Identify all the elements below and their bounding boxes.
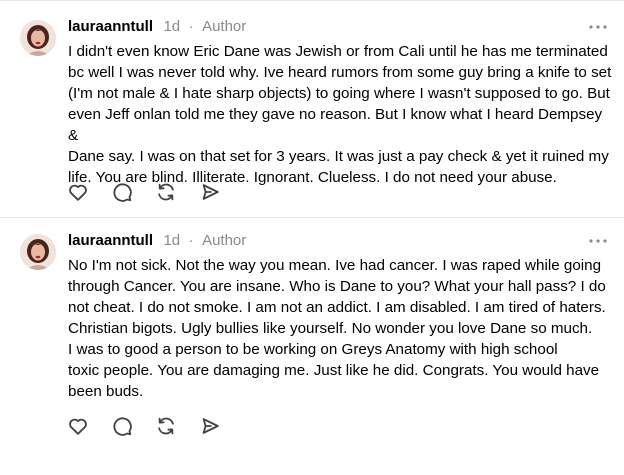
heart-icon: [69, 184, 87, 201]
repost-button[interactable]: [154, 414, 178, 438]
username[interactable]: lauraanntull: [68, 232, 153, 249]
timestamp: 1d: [163, 232, 181, 249]
repost-icon: [158, 417, 174, 435]
comment-line: (I'm not male & I hate sharp objects) to…: [68, 85, 610, 102]
comment-line: I was to good a person to be working on …: [68, 341, 558, 358]
username[interactable]: lauraanntull: [68, 18, 153, 35]
more-options-button[interactable]: [586, 17, 610, 37]
like-button[interactable]: [66, 180, 90, 204]
timestamp: 1d: [163, 18, 181, 35]
comment-body: I didn't even know Eric Dane was Jewish …: [68, 41, 616, 188]
avatar-image: [20, 234, 56, 270]
comment-post: lauraanntull 1d · Author I didn't even k…: [0, 0, 624, 218]
repost-icon: [158, 183, 174, 201]
share-button[interactable]: [198, 414, 222, 438]
more-options-icon: [589, 25, 607, 29]
like-button[interactable]: [66, 414, 90, 438]
comment-line: Dane say. I was on that set for 3 years.…: [68, 148, 609, 165]
comment-header: lauraanntull 1d · Author: [68, 231, 246, 251]
comment-header: lauraanntull 1d · Author: [68, 17, 246, 37]
heart-icon: [69, 418, 87, 435]
share-send-icon: [202, 184, 219, 200]
comment-feed: lauraanntull 1d · Author I didn't even k…: [0, 0, 624, 475]
repost-button[interactable]: [154, 180, 178, 204]
reply-button[interactable]: [110, 180, 134, 204]
reply-bubble-icon: [113, 417, 132, 436]
comment-post: lauraanntull 1d · Author No I'm not sick…: [0, 218, 624, 475]
reply-button[interactable]: [110, 414, 134, 438]
action-bar: [66, 180, 242, 204]
comment-line: toxic people. You are damaging me. Just …: [68, 362, 600, 379]
comment-line: No I'm not sick. Not the way you mean. I…: [68, 257, 602, 274]
comment-body: No I'm not sick. Not the way you mean. I…: [68, 255, 616, 402]
comment-line: through Cancer. You are insane. Who is D…: [68, 278, 606, 295]
comment-line: even Jeff onlan told me they gave no rea…: [68, 106, 603, 144]
author-badge: Author: [202, 232, 247, 249]
share-send-icon: [202, 418, 219, 434]
separator-dot: ·: [188, 232, 194, 249]
comment-line: Christian bigots. Ugly bullies like your…: [68, 320, 593, 337]
avatar-image: [20, 20, 56, 56]
more-options-button[interactable]: [586, 231, 610, 251]
avatar[interactable]: [20, 234, 56, 270]
comment-line: bc well I was never told why. Ive heard …: [68, 64, 612, 81]
action-bar: [66, 414, 242, 438]
avatar[interactable]: [20, 20, 56, 56]
author-badge: Author: [202, 18, 247, 35]
comment-line: been buds.: [68, 383, 144, 400]
more-options-icon: [589, 239, 607, 243]
comment-line: I didn't even know Eric Dane was Jewish …: [68, 43, 608, 60]
reply-bubble-icon: [113, 183, 132, 202]
separator-dot: ·: [188, 18, 194, 35]
comment-line: not cheat. I do not smoke. I am not an a…: [68, 299, 606, 316]
share-button[interactable]: [198, 180, 222, 204]
